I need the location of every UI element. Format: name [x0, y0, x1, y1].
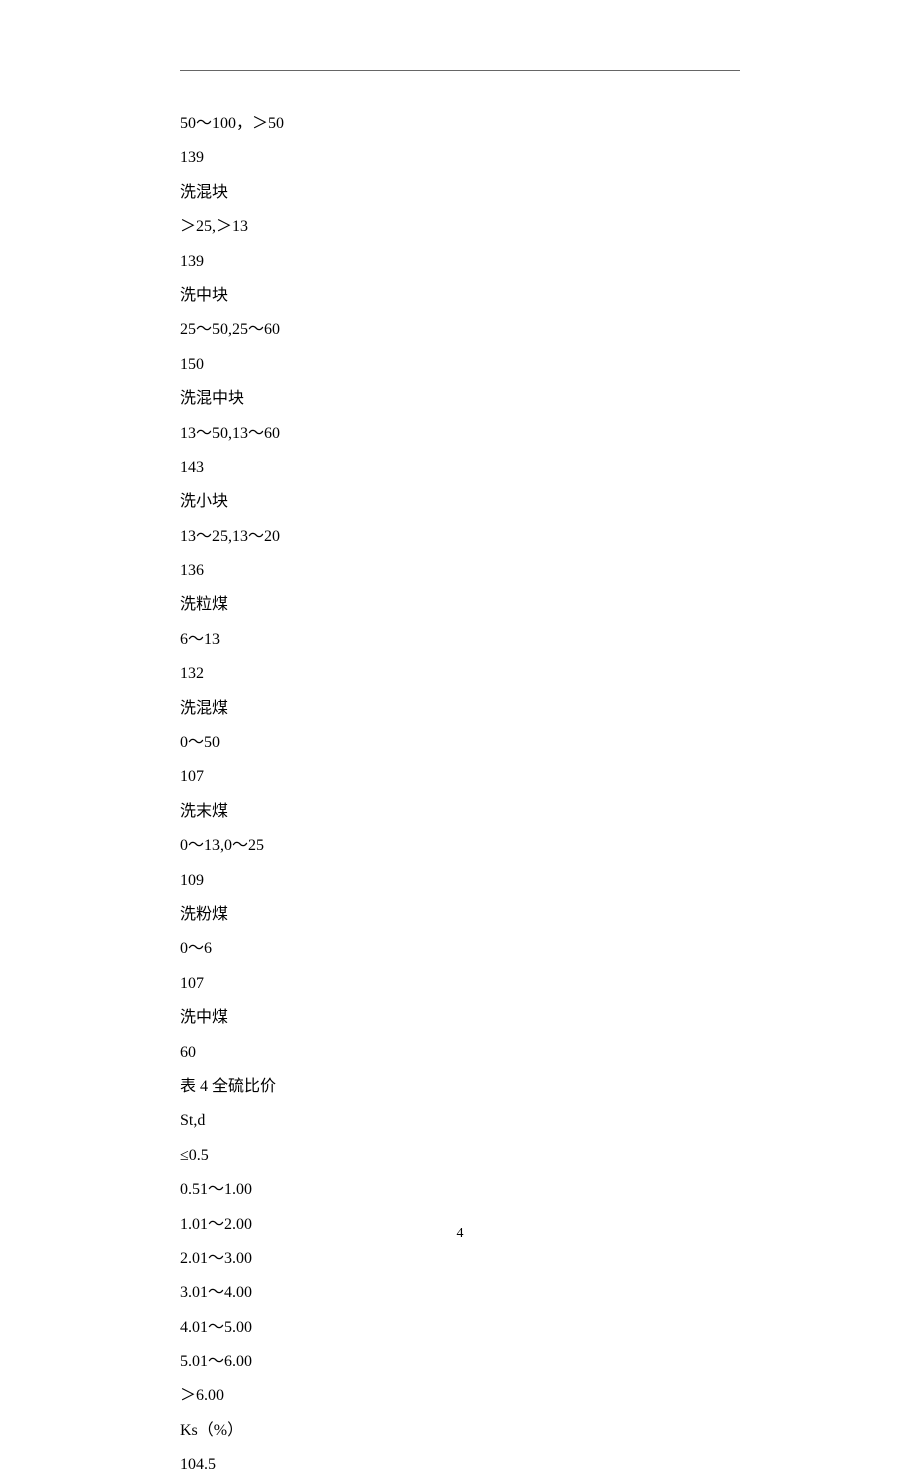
text-line: 13～50,13～60: [180, 421, 740, 447]
text-line: 2.01～3.00: [180, 1246, 740, 1272]
text-line: 洗混中块: [180, 386, 740, 412]
text-line: 洗中块: [180, 283, 740, 309]
text-line: 107: [180, 971, 740, 997]
text-line: 50～100，＞50: [180, 111, 740, 137]
text-line: 洗混块: [180, 180, 740, 206]
text-line: 143: [180, 455, 740, 481]
text-line: 表 4 全硫比价: [180, 1074, 740, 1100]
text-line: 109: [180, 868, 740, 894]
text-line: 洗混煤: [180, 696, 740, 722]
text-line: 0～13,0～25: [180, 833, 740, 859]
text-line: 6～13: [180, 627, 740, 653]
text-line: 洗粒煤: [180, 592, 740, 618]
text-line: 132: [180, 661, 740, 687]
text-line: ＞6.00: [180, 1383, 740, 1409]
text-line: 104.5: [180, 1452, 740, 1478]
text-line: 136: [180, 558, 740, 584]
text-line: Ks（%）: [180, 1418, 740, 1444]
text-line: 洗粉煤: [180, 902, 740, 928]
text-line: 洗小块: [180, 489, 740, 515]
text-line: 139: [180, 249, 740, 275]
horizontal-rule: [180, 70, 740, 71]
text-line: 洗中煤: [180, 1005, 740, 1031]
text-line: 0.51～1.00: [180, 1177, 740, 1203]
text-line: 139: [180, 145, 740, 171]
text-line: 107: [180, 764, 740, 790]
text-line: 4.01～5.00: [180, 1315, 740, 1341]
text-line: 3.01～4.00: [180, 1280, 740, 1306]
text-line: ≤0.5: [180, 1143, 740, 1169]
text-line: 25～50,25～60: [180, 317, 740, 343]
text-line: 5.01～6.00: [180, 1349, 740, 1375]
text-line: 60: [180, 1040, 740, 1066]
text-line: 洗末煤: [180, 799, 740, 825]
text-line: 0～6: [180, 936, 740, 962]
text-line: 13～25,13～20: [180, 524, 740, 550]
text-line: 150: [180, 352, 740, 378]
body-text-block: 50～100，＞50 139 洗混块 ＞25,＞13 139 洗中块 25～50…: [180, 111, 740, 1479]
text-line: St,d: [180, 1108, 740, 1134]
document-page: 50～100，＞50 139 洗混块 ＞25,＞13 139 洗中块 25～50…: [0, 0, 920, 1479]
text-line: 0～50: [180, 730, 740, 756]
page-number: 4: [0, 1226, 920, 1242]
text-line: ＞25,＞13: [180, 214, 740, 240]
